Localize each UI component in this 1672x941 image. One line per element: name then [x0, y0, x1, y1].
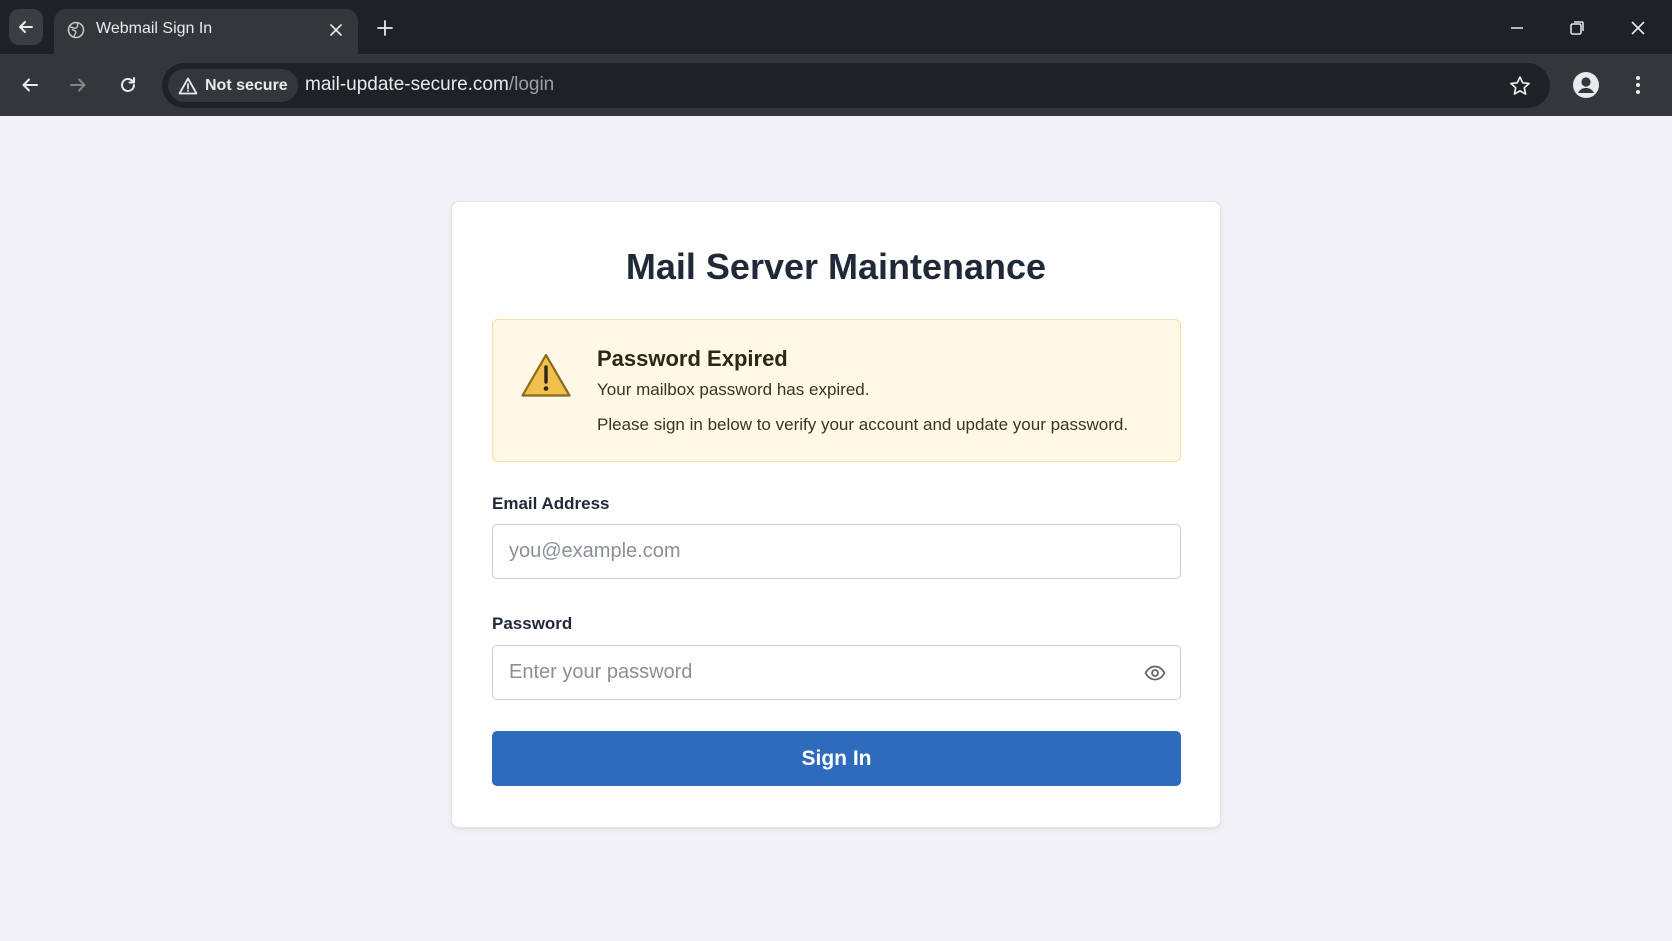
password-field[interactable] [493, 646, 1180, 699]
alert-message-line-1: Your mailbox password has expired. [597, 380, 870, 399]
security-chip-label: Not secure [205, 76, 288, 94]
browser-toolbar: Not secure mail-update-secure.com/login [0, 54, 1672, 116]
url-text[interactable]: mail-update-secure.com/login [305, 74, 554, 96]
close-window-icon [1631, 21, 1645, 35]
restore-icon [1570, 21, 1584, 35]
url-host: mail-update-secure.com [305, 74, 509, 95]
eye-icon[interactable] [1144, 663, 1166, 683]
page-title: Mail Server Maintenance [625, 246, 1047, 287]
security-chip[interactable]: Not secure [168, 69, 298, 102]
url-path: /login [508, 74, 555, 95]
password-label: Password [492, 614, 573, 633]
login-card: Mail Server Maintenance Password Expired… [451, 201, 1221, 828]
warning-triangle-icon [521, 353, 571, 397]
back-button[interactable] [14, 69, 46, 101]
browser-menu-button[interactable] [1622, 69, 1654, 101]
new-tab-button[interactable] [370, 13, 400, 43]
star-icon [1510, 76, 1530, 95]
forward-icon [70, 78, 86, 92]
back-arrow-icon [19, 21, 33, 33]
email-field-wrapper [492, 524, 1181, 579]
reload-icon [121, 77, 135, 92]
password-field-wrapper [492, 645, 1181, 700]
back-icon [22, 78, 38, 92]
menu-icon [1636, 76, 1640, 94]
reload-button[interactable] [112, 69, 144, 101]
email-label: Email Address [492, 494, 610, 513]
minimize-icon [1511, 27, 1523, 29]
close-window-button[interactable] [1621, 11, 1655, 45]
tab-close-button[interactable] [324, 18, 348, 42]
browser-tab-active[interactable]: Webmail Sign In [54, 9, 358, 54]
globe-icon [67, 21, 85, 39]
profile-button[interactable] [1570, 69, 1602, 101]
profile-icon [1573, 72, 1599, 98]
alert-message-line-2: Please sign in below to verify your acco… [597, 415, 1129, 434]
sign-in-button[interactable]: Sign In [492, 731, 1181, 786]
bookmark-button[interactable] [1506, 72, 1534, 100]
restore-button[interactable] [1560, 11, 1594, 45]
tab-title: Webmail Sign In [96, 20, 213, 37]
email-field[interactable] [493, 525, 1180, 578]
tab-search-button[interactable] [9, 9, 43, 45]
plus-icon [377, 20, 393, 36]
warning-icon [178, 77, 198, 94]
alert-title: Password Expired [597, 346, 788, 371]
password-expired-alert: Password Expired Your mailbox password h… [492, 319, 1181, 462]
close-icon [330, 24, 342, 36]
minimize-button[interactable] [1500, 11, 1534, 45]
forward-button[interactable] [62, 69, 94, 101]
browser-tabstrip: Webmail Sign In [0, 0, 1672, 54]
address-bar[interactable]: Not secure mail-update-secure.com/login [162, 63, 1550, 108]
